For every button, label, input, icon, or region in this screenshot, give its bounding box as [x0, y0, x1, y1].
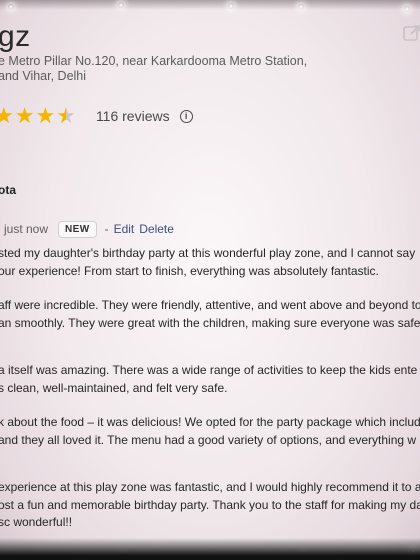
bottom-shadow	[0, 538, 420, 560]
review-line: sted my daughter's birthday party at thi…	[0, 246, 416, 260]
info-icon[interactable]: i	[179, 109, 193, 123]
sparkle	[228, 3, 234, 9]
place-title: gz	[0, 20, 31, 53]
sparkle	[118, 2, 124, 8]
review-line: sc wonderful!!	[0, 515, 73, 529]
reviews-count-link[interactable]: 116 reviews	[96, 108, 170, 124]
rating-row: ★ ★ ★ ★ 116 reviews i	[0, 104, 193, 128]
screen-frame: gz e Metro Pillar No.120, near Karkardoo…	[0, 0, 420, 560]
meta-separator: -	[104, 222, 109, 236]
review-meta: just now NEW - Edit Delete	[4, 219, 174, 239]
address-line: and Vihar, Delhi	[0, 69, 87, 83]
sparkle	[8, 4, 14, 10]
review-line: ost a fun and memorable birthday party. …	[0, 498, 420, 512]
external-link-icon-svg	[403, 25, 420, 41]
sparkle	[298, 4, 304, 10]
top-shadow	[0, 0, 420, 10]
new-badge: NEW	[58, 220, 97, 238]
review-line: a itself was amazing. There was a wide r…	[0, 363, 418, 377]
edit-review-link[interactable]: Edit	[114, 222, 135, 236]
review-time: just now	[4, 222, 49, 236]
review-line: aff were incredible. They were friendly,…	[0, 298, 420, 312]
sparkle	[404, 6, 410, 12]
star-icon: ★	[35, 103, 56, 128]
review-line: k about the food – it was delicious! We …	[0, 415, 420, 429]
review-line: our experience! From start to finish, ev…	[0, 264, 379, 278]
review-line: and they all loved it. The menu had a go…	[0, 433, 417, 447]
star-icon: ★	[14, 103, 35, 128]
address-line: e Metro Pillar No.120, near Karkardooma …	[0, 54, 308, 68]
delete-review-link[interactable]: Delete	[139, 222, 174, 236]
review-line: an smoothly. They were great with the ch…	[0, 316, 420, 330]
place-address: e Metro Pillar No.120, near Karkardooma …	[0, 54, 418, 84]
review-line: experience at this play zone was fantast…	[0, 480, 420, 494]
star-icon: ★	[0, 103, 14, 128]
reviewer-name: ota	[0, 183, 16, 197]
half-star-icon: ★	[56, 103, 76, 128]
star-rating: ★ ★ ★ ★	[0, 105, 76, 127]
external-link-icon[interactable]	[402, 24, 420, 48]
review-line: s clean, well-maintained, and felt very …	[0, 381, 228, 395]
